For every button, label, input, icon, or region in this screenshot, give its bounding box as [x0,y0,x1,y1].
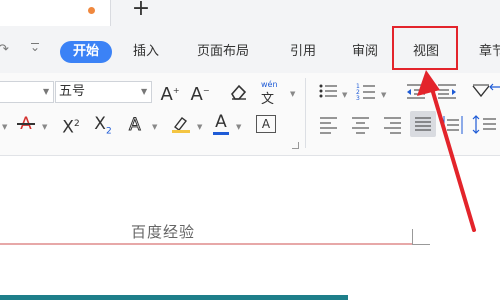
annotation-arrow-icon [417,70,476,232]
